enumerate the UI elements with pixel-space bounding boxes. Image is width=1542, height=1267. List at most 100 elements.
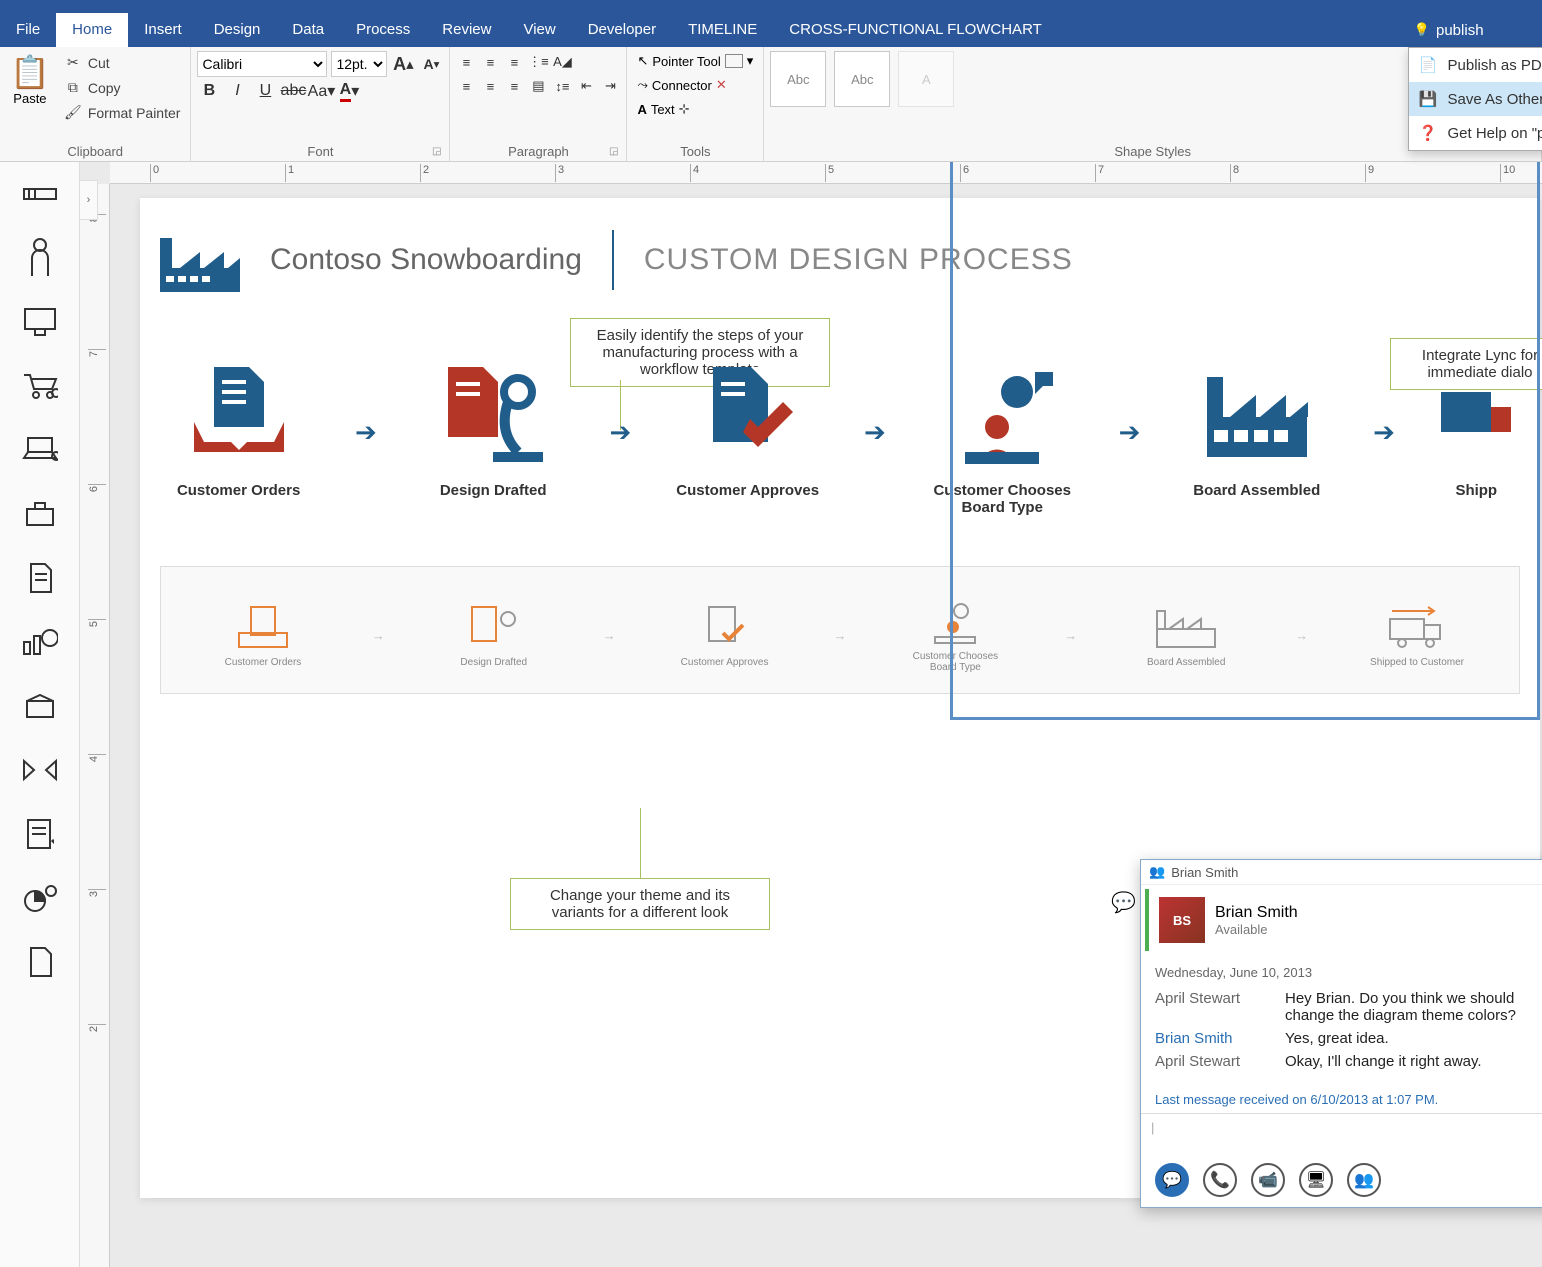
tell-me-input[interactable] <box>1436 22 1536 39</box>
dialog-launcher-icon[interactable]: ◲ <box>432 146 441 157</box>
tab-timeline[interactable]: TIMELINE <box>672 13 773 47</box>
stencil-measure-icon[interactable] <box>20 174 60 214</box>
stencil-pie-icon[interactable] <box>20 878 60 918</box>
stencil-cart-icon[interactable] <box>20 366 60 406</box>
tell-me-item-label: Publish as PDF or XPS <box>1448 57 1542 74</box>
connector-tool-button[interactable]: ⤳Connector✕ <box>633 75 730 95</box>
step-design-drafted[interactable]: Design Drafted <box>418 362 568 499</box>
tab-review[interactable]: Review <box>426 13 507 47</box>
stencil-page-icon[interactable] <box>20 942 60 982</box>
font-color-button[interactable]: A▾ <box>337 79 361 103</box>
shape-style-1[interactable]: Abc <box>770 51 826 107</box>
tab-design[interactable]: Design <box>198 13 277 47</box>
italic-button[interactable]: I <box>225 79 249 103</box>
tab-home[interactable]: Home <box>56 13 128 47</box>
align-left[interactable]: ≡ <box>456 75 476 97</box>
tab-view[interactable]: View <box>507 13 571 47</box>
bullets-button[interactable]: ⋮≡ <box>528 51 548 73</box>
pointer-icon: ↖ <box>637 53 648 69</box>
mini-customer-icon <box>925 597 985 647</box>
tab-cross-functional-flowchart[interactable]: CROSS-FUNCTIONAL FLOWCHART <box>773 13 1058 47</box>
line-spacing-button[interactable]: ↕≡ <box>552 75 572 97</box>
tell-me-save-as-other[interactable]: 💾 Save As Other Format ▸ <box>1409 82 1542 116</box>
dropdown-icon[interactable]: ▾ <box>747 53 754 69</box>
strikethrough-button[interactable]: abc <box>281 79 305 103</box>
stencil-chart-icon[interactable] <box>20 622 60 662</box>
tab-data[interactable]: Data <box>276 13 340 47</box>
dialog-launcher-icon[interactable]: ◲ <box>609 146 618 157</box>
shrink-font-button[interactable]: A▾ <box>419 52 443 76</box>
tell-me-get-help[interactable]: ❓ Get Help on "publish" <box>1409 116 1542 150</box>
tell-me-box[interactable]: 💡 📄 Publish as PDF or XPS 💾 Save As Othe… <box>1408 13 1542 47</box>
bold-button[interactable]: B <box>197 79 221 103</box>
align-right[interactable]: ≡ <box>504 75 524 97</box>
arrow-icon: ➔ <box>1359 362 1409 462</box>
truck-icon <box>1441 362 1511 472</box>
align-top-right[interactable]: ≡ <box>504 51 524 73</box>
copy-button[interactable]: ⧉Copy <box>60 76 185 99</box>
grow-font-button[interactable]: A▴ <box>391 52 415 76</box>
shapes-expand-handle[interactable]: › <box>80 180 98 220</box>
shape-style-3[interactable]: A <box>898 51 954 107</box>
justify-button[interactable]: ▤ <box>528 75 548 97</box>
stencil-laptop-icon[interactable] <box>20 430 60 470</box>
group-font: Calibri 12pt. A▴ A▾ B I U abc Aa▾ A▾ Fon… <box>191 47 450 161</box>
step-shipped[interactable]: Shipp <box>1436 362 1516 499</box>
font-size-select[interactable]: 12pt. <box>331 51 387 77</box>
people-icon: 👥 <box>1149 864 1165 880</box>
decrease-indent[interactable]: ⇤ <box>576 75 596 97</box>
variant-preview[interactable]: Customer Orders → Design Drafted → Custo… <box>160 566 1520 694</box>
tell-me-publish-pdf[interactable]: 📄 Publish as PDF or XPS <box>1409 48 1542 82</box>
tab-process[interactable]: Process <box>340 13 426 47</box>
lync-chat-window[interactable]: 👥Brian Smith 💬 BS Brian Smith Available … <box>1140 859 1542 1208</box>
clear-format-button[interactable]: A◢ <box>552 51 572 73</box>
avatar[interactable]: BS <box>1159 897 1205 943</box>
lync-participants-button[interactable]: 👥 <box>1347 1163 1381 1197</box>
canvas[interactable]: 01234567891011 8765432 Contoso Snowboard… <box>80 162 1542 1267</box>
lync-titlebar[interactable]: 👥Brian Smith <box>1141 860 1542 885</box>
group-paragraph: ≡ ≡ ≡ ⋮≡ A◢ ≡ ≡ ≡ ▤ ↕≡ ⇤ ⇥ Paragraph◲ <box>450 47 627 161</box>
mini-step: Customer Approves <box>670 603 780 668</box>
lync-present-button[interactable]: 🖥 <box>1299 1163 1333 1197</box>
stencil-document-icon[interactable] <box>20 558 60 598</box>
connection-point-icon[interactable]: ⊹ <box>679 101 690 117</box>
underline-button[interactable]: U <box>253 79 277 103</box>
lync-call-button[interactable]: 📞 <box>1203 1163 1237 1197</box>
lync-contact-header: BS Brian Smith Available <box>1145 889 1542 951</box>
tab-developer[interactable]: Developer <box>572 13 672 47</box>
stencil-person-icon[interactable] <box>20 238 60 278</box>
align-top-center[interactable]: ≡ <box>480 51 500 73</box>
change-case-button[interactable]: Aa▾ <box>309 79 333 103</box>
company-name: Contoso Snowboarding <box>270 243 582 277</box>
group-tools: ↖Pointer Tool▾ ⤳Connector✕ AText⊹ Tools <box>627 47 764 161</box>
align-center[interactable]: ≡ <box>480 75 500 97</box>
message-row: April StewartOkay, I'll change it right … <box>1155 1053 1542 1070</box>
delete-icon[interactable]: ✕ <box>716 77 727 93</box>
stencil-note-icon[interactable] <box>20 814 60 854</box>
step-board-assembled[interactable]: Board Assembled <box>1182 362 1332 499</box>
text-tool-button[interactable]: AText⊹ <box>633 99 693 119</box>
tab-file[interactable]: File <box>0 13 56 47</box>
drawing-page[interactable]: Contoso Snowboarding CUSTOM DESIGN PROCE… <box>140 198 1540 1198</box>
lync-im-button[interactable]: 💬 <box>1155 1163 1189 1197</box>
cut-button[interactable]: ✂Cut <box>60 51 185 74</box>
fill-swatch[interactable] <box>725 54 743 68</box>
stencil-box-icon[interactable] <box>20 686 60 726</box>
align-top-left[interactable]: ≡ <box>456 51 476 73</box>
shape-style-2[interactable]: Abc <box>834 51 890 107</box>
lync-video-button[interactable]: 📹 <box>1251 1163 1285 1197</box>
stencil-swap-icon[interactable] <box>20 750 60 790</box>
format-painter-button[interactable]: 🖌Format Painter <box>60 101 185 124</box>
lync-message-input[interactable]: | <box>1141 1113 1542 1153</box>
step-customer-orders[interactable]: Customer Orders <box>164 362 314 499</box>
tab-insert[interactable]: Insert <box>128 13 198 47</box>
message-sender: April Stewart <box>1155 990 1265 1024</box>
pointer-tool-button[interactable]: ↖Pointer Tool▾ <box>633 51 757 71</box>
step-customer-chooses[interactable]: Customer Chooses Board Type <box>927 362 1077 516</box>
paste-button[interactable]: 📋 Paste <box>6 51 54 108</box>
increase-indent[interactable]: ⇥ <box>600 75 620 97</box>
stencil-briefcase-icon[interactable] <box>20 494 60 534</box>
step-customer-approves[interactable]: Customer Approves <box>673 362 823 499</box>
font-name-select[interactable]: Calibri <box>197 51 327 77</box>
stencil-monitor-icon[interactable] <box>20 302 60 342</box>
